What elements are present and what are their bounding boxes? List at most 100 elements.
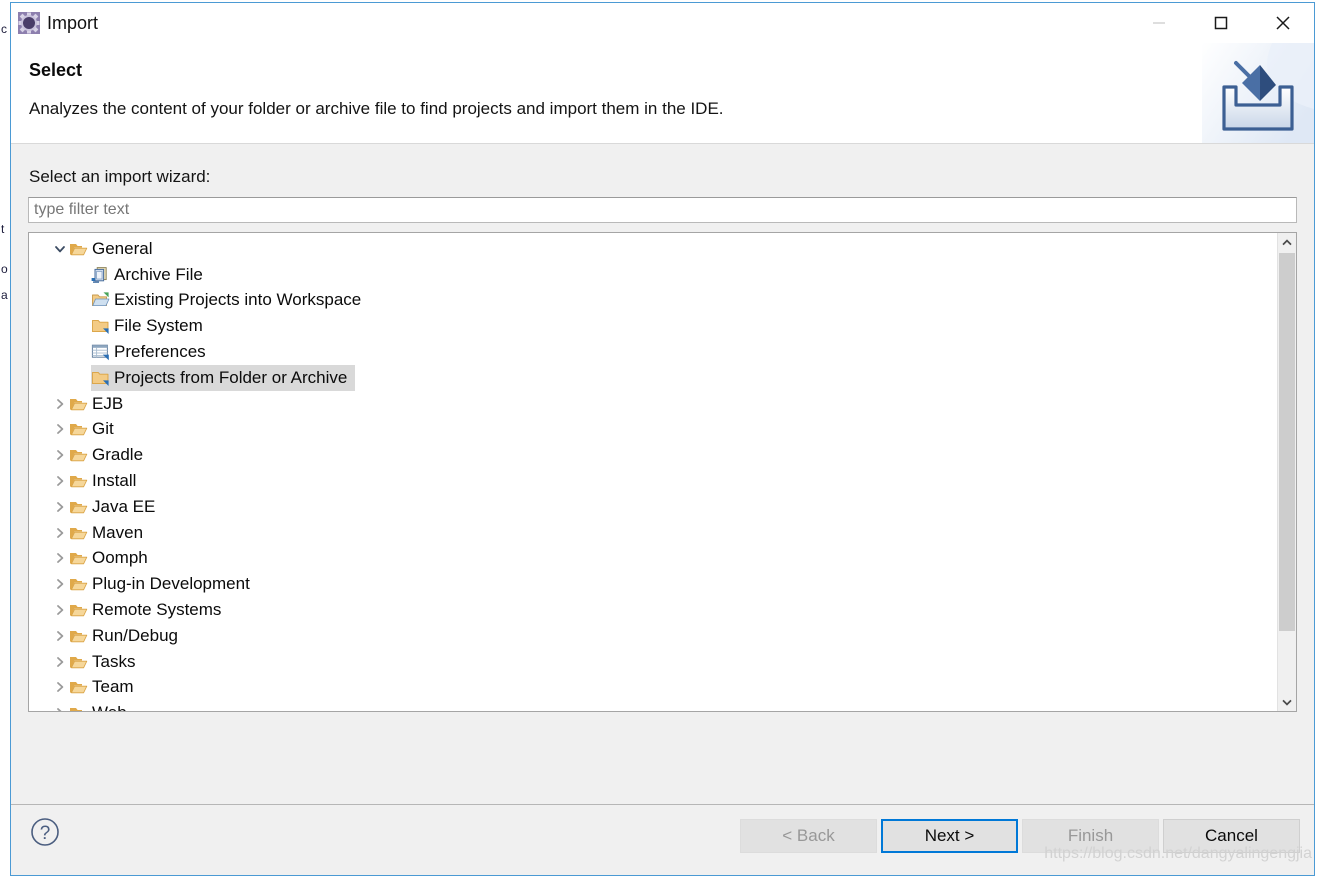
- tree-twisty[interactable]: [51, 243, 69, 255]
- tree-scrollbar[interactable]: [1277, 233, 1296, 711]
- tree-item-existing-projects-into-workspace[interactable]: Existing Projects into Workspace: [29, 288, 1277, 314]
- chevron-right-icon[interactable]: [54, 501, 66, 513]
- tree-item-team[interactable]: Team: [29, 675, 1277, 701]
- scrollbar-thumb[interactable]: [1279, 253, 1295, 631]
- tree-twisty[interactable]: [51, 475, 69, 487]
- tree-twisty[interactable]: [51, 552, 69, 564]
- tree-item-label: Projects from Folder or Archive: [114, 367, 348, 387]
- tree-item-maven[interactable]: Maven: [29, 520, 1277, 546]
- tree-item-web[interactable]: Web: [29, 700, 1277, 711]
- tree-twisty[interactable]: [51, 423, 69, 435]
- close-button[interactable]: [1252, 3, 1314, 43]
- tree-item-general[interactable]: General: [29, 236, 1277, 262]
- page-title: Select: [29, 60, 83, 80]
- chevron-right-icon[interactable]: [54, 527, 66, 539]
- tree-item-label: File System: [114, 316, 203, 336]
- tree-twisty[interactable]: [51, 681, 69, 693]
- tree-item-oomph[interactable]: Oomph: [29, 546, 1277, 572]
- import-arrow-into-tray-icon: [1202, 43, 1314, 143]
- chevron-right-icon[interactable]: [54, 656, 66, 668]
- tree-twisty[interactable]: [51, 501, 69, 513]
- tree-item-preferences[interactable]: Preferences: [29, 339, 1277, 365]
- tree-item-java-ee[interactable]: Java EE: [29, 494, 1277, 520]
- open-folder-icon: [69, 549, 89, 567]
- tree-item-label: Git: [92, 419, 114, 439]
- wizard-body: Select an import wizard: General Archive …: [11, 144, 1314, 804]
- tree-item-plug-in-development[interactable]: Plug-in Development: [29, 571, 1277, 597]
- tree-twisty[interactable]: [51, 527, 69, 539]
- scroll-up-button[interactable]: [1278, 233, 1296, 251]
- open-folder-icon: [69, 446, 89, 464]
- folder-icon: [91, 317, 111, 335]
- next-button[interactable]: Next >: [881, 819, 1018, 853]
- tree-item-install[interactable]: Install: [29, 468, 1277, 494]
- chevron-right-icon[interactable]: [54, 475, 66, 487]
- tree-twisty[interactable]: [51, 630, 69, 642]
- tree-item-archive-file[interactable]: Archive File: [29, 262, 1277, 288]
- preferences-table-icon: [91, 343, 111, 361]
- tree-twisty[interactable]: [51, 604, 69, 616]
- background-text-fragment: t: [1, 222, 5, 236]
- chevron-right-icon[interactable]: [54, 604, 66, 616]
- button-label: < Back: [782, 826, 835, 845]
- cancel-button[interactable]: Cancel: [1163, 819, 1300, 853]
- tree-twisty[interactable]: [51, 449, 69, 461]
- tree-item-run-debug[interactable]: Run/Debug: [29, 623, 1277, 649]
- tree-item-remote-systems[interactable]: Remote Systems: [29, 597, 1277, 623]
- chevron-right-icon[interactable]: [54, 578, 66, 590]
- finish-button: Finish: [1022, 819, 1159, 853]
- window-controls: [1128, 3, 1314, 43]
- background-text-fragment: c: [1, 22, 7, 36]
- tree-item-label: Archive File: [114, 264, 203, 284]
- tree-twisty[interactable]: [51, 707, 69, 711]
- tree-item-file-system[interactable]: File System: [29, 313, 1277, 339]
- page-description: Analyzes the content of your folder or a…: [29, 99, 724, 118]
- tree-item-git[interactable]: Git: [29, 417, 1277, 443]
- tree-item-label: Maven: [92, 522, 144, 542]
- open-folder-icon: [69, 420, 89, 438]
- tree-item-label: EJB: [92, 393, 124, 413]
- tree-item-label: Preferences: [114, 342, 206, 362]
- tree-item-tasks[interactable]: Tasks: [29, 649, 1277, 675]
- chevron-right-icon[interactable]: [54, 630, 66, 642]
- chevron-right-icon[interactable]: [54, 707, 66, 711]
- import-projects-folder-icon: [91, 291, 111, 309]
- scroll-down-button[interactable]: [1278, 693, 1296, 711]
- import-wizard-icon: [18, 12, 40, 34]
- folder-icon: [91, 369, 111, 387]
- button-label: Next >: [924, 826, 975, 845]
- button-label: Cancel: [1205, 826, 1258, 845]
- tree-item-label: Install: [92, 471, 137, 491]
- tree-twisty[interactable]: [51, 398, 69, 410]
- tree-item-label: Plug-in Development: [92, 574, 250, 594]
- chevron-right-icon[interactable]: [54, 398, 66, 410]
- tree-item-label: Remote Systems: [92, 600, 222, 620]
- button-label: Finish: [1067, 826, 1114, 845]
- tree-twisty[interactable]: [51, 656, 69, 668]
- background-text-fragment: o: [1, 262, 8, 276]
- chevron-right-icon[interactable]: [54, 681, 66, 693]
- tree-twisty[interactable]: [51, 578, 69, 590]
- tree-item-projects-from-folder-or-archive[interactable]: Projects from Folder or Archive: [29, 364, 1277, 391]
- tree-item-label: Gradle: [92, 445, 144, 465]
- tree-item-label: Existing Projects into Workspace: [114, 290, 362, 310]
- chevron-right-icon[interactable]: [54, 449, 66, 461]
- tree-item-label: Tasks: [92, 651, 136, 671]
- tree-rows[interactable]: General Archive File Existing Projects int…: [29, 233, 1277, 711]
- wizard-footer: ? < Back Next > Finish Cancel https://blog.…: [11, 804, 1314, 875]
- open-folder-icon: [69, 601, 89, 619]
- chevron-right-icon[interactable]: [54, 423, 66, 435]
- minimize-button[interactable]: [1128, 3, 1190, 43]
- tree-item-ejb[interactable]: EJB: [29, 391, 1277, 417]
- help-question-icon[interactable]: ?: [29, 816, 61, 848]
- background-text-fragment: a: [1, 288, 8, 302]
- open-folder-icon: [69, 653, 89, 671]
- filter-input[interactable]: [28, 197, 1297, 223]
- chevron-down-icon[interactable]: [54, 243, 66, 255]
- chevron-right-icon[interactable]: [54, 552, 66, 564]
- back-button: < Back: [740, 819, 877, 853]
- open-folder-icon: [69, 627, 89, 645]
- tree-item-gradle[interactable]: Gradle: [29, 442, 1277, 468]
- open-folder-icon: [69, 395, 89, 413]
- maximize-button[interactable]: [1190, 3, 1252, 43]
